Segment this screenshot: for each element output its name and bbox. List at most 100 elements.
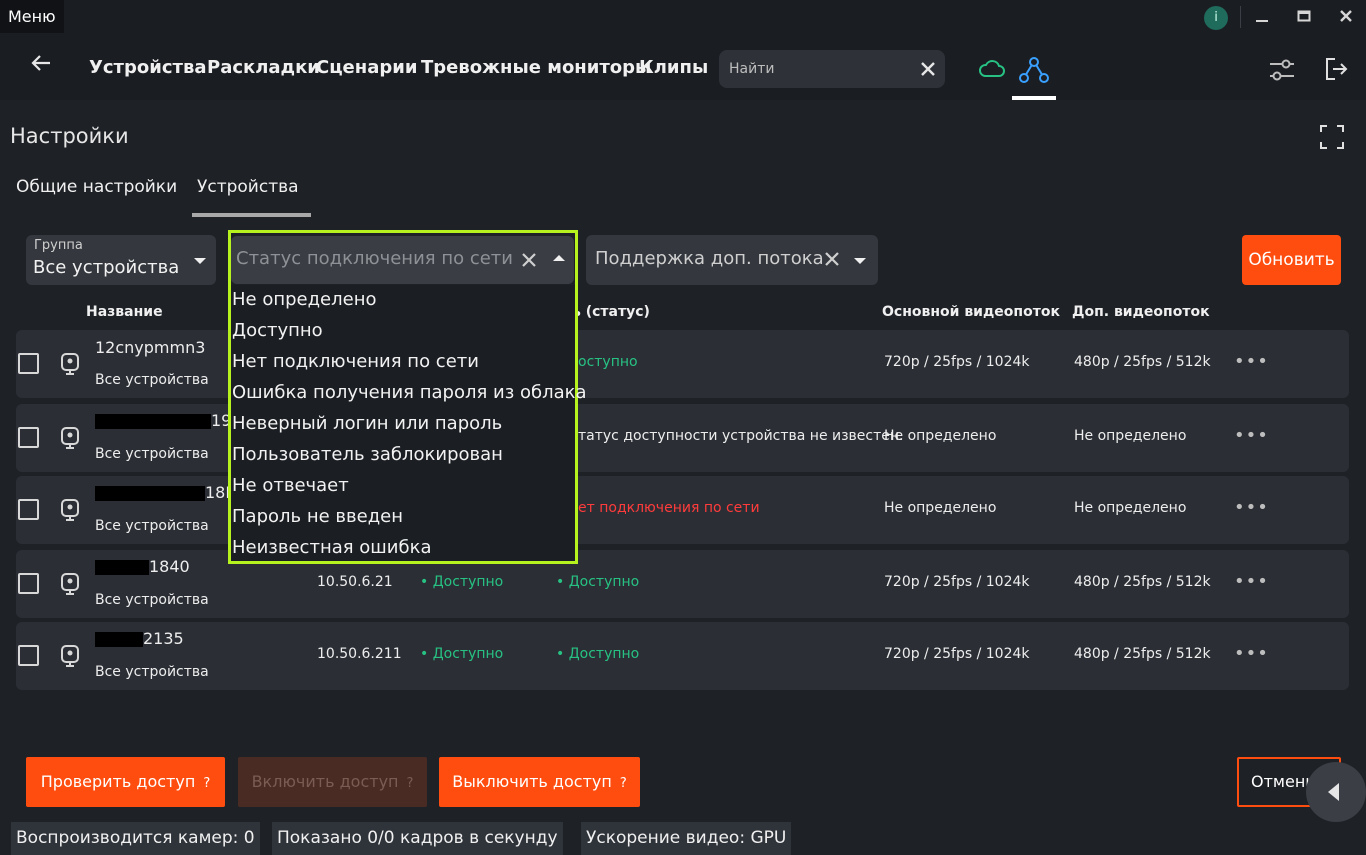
main-stream: Не определено bbox=[884, 428, 997, 444]
minimize-icon[interactable] bbox=[1250, 7, 1274, 29]
dropdown-option-no-password[interactable]: Пароль не введен bbox=[232, 506, 403, 527]
check-access-button[interactable]: Проверить доступ? bbox=[26, 757, 225, 807]
device-status: • Доступно bbox=[556, 646, 640, 662]
chevron-left-icon bbox=[1328, 783, 1339, 801]
main-stream: 720p / 25fps / 1024k bbox=[884, 646, 1030, 662]
status-fps: Показано 0/0 кадров в секунду bbox=[272, 822, 563, 855]
nav-item-alarm-monitors[interactable]: Тревожные мониторы bbox=[421, 57, 651, 78]
nav-item-clips[interactable]: Клипы bbox=[639, 57, 708, 78]
device-ip: 10.50.6.211 bbox=[317, 646, 402, 662]
extra-stream: 480p / 25fps / 512k bbox=[1074, 574, 1211, 590]
device-status: • Доступно bbox=[556, 574, 640, 590]
device-status: татус доступности устройства не известен… bbox=[578, 428, 904, 444]
dropdown-option-user-blocked[interactable]: Пользователь заблокирован bbox=[232, 444, 503, 465]
network-status: • Доступно bbox=[420, 646, 504, 662]
row-checkbox[interactable] bbox=[18, 499, 39, 520]
table-row[interactable]: 18B Все устройства ет подключения по сет… bbox=[16, 476, 1349, 544]
logout-icon[interactable] bbox=[1323, 55, 1349, 87]
help-icon: ? bbox=[406, 776, 414, 791]
extra-stream: 480p / 25fps / 512k bbox=[1074, 354, 1211, 370]
stream-support-select[interactable]: Поддержка доп. потока bbox=[586, 235, 878, 285]
dropdown-option-no-network[interactable]: Нет подключения по сети bbox=[232, 351, 479, 372]
device-name: 12cnypmmn3 bbox=[95, 338, 206, 357]
nav-item-devices[interactable]: Устройства bbox=[89, 57, 206, 78]
dropdown-option-available[interactable]: Доступно bbox=[232, 320, 323, 341]
chevron-up-icon bbox=[553, 255, 565, 261]
table-row[interactable]: 19 Все устройства татус доступности устр… bbox=[16, 404, 1349, 472]
tab-active-indicator bbox=[192, 213, 311, 217]
title-bar bbox=[0, 0, 1366, 34]
info-icon[interactable]: i bbox=[1204, 6, 1228, 30]
table-row[interactable]: 1840 Все устройства 10.50.6.21 • Доступн… bbox=[16, 550, 1349, 618]
device-name: 1840 bbox=[149, 557, 190, 576]
help-icon[interactable]: ? bbox=[203, 776, 210, 791]
stream-support-placeholder: Поддержка доп. потока bbox=[595, 248, 824, 269]
filter-settings-icon[interactable] bbox=[1268, 57, 1296, 87]
tab-general-settings[interactable]: Общие настройки bbox=[16, 177, 177, 197]
device-group: Все устройства bbox=[95, 518, 209, 534]
help-icon[interactable]: ? bbox=[620, 776, 627, 791]
clear-search-icon[interactable] bbox=[919, 56, 937, 83]
status-select-placeholder: Статус подключения по сети bbox=[236, 248, 513, 269]
more-options-icon[interactable]: ••• bbox=[1234, 643, 1269, 664]
row-checkbox[interactable] bbox=[18, 353, 39, 374]
refresh-button[interactable]: Обновить bbox=[1242, 235, 1341, 285]
table-row[interactable]: 2135 Все устройства 10.50.6.211 • Доступ… bbox=[16, 622, 1349, 690]
fullscreen-icon[interactable] bbox=[1320, 125, 1344, 149]
group-select-label: Группа bbox=[34, 238, 83, 253]
search-box[interactable] bbox=[719, 50, 945, 88]
extra-stream: Не определено bbox=[1074, 428, 1187, 444]
redacted-name bbox=[95, 414, 211, 429]
camera-icon bbox=[59, 644, 81, 668]
device-group: Все устройства bbox=[95, 446, 209, 462]
enable-access-label: Включить доступ bbox=[251, 772, 399, 791]
device-group: Все устройства bbox=[95, 372, 209, 388]
search-input[interactable] bbox=[729, 58, 909, 80]
row-checkbox[interactable] bbox=[18, 573, 39, 594]
nav-item-layouts[interactable]: Раскладки bbox=[207, 57, 320, 78]
dropdown-option-not-responding[interactable]: Не отвечает bbox=[232, 475, 349, 496]
status-video-acceleration: Ускорение видео: GPU bbox=[581, 822, 792, 855]
camera-icon bbox=[59, 352, 81, 376]
table-row[interactable]: 12cnypmmn3 Все устройства оступно 720p /… bbox=[16, 330, 1349, 398]
extra-stream: Не определено bbox=[1074, 500, 1187, 516]
side-panel-toggle[interactable] bbox=[1306, 762, 1366, 822]
row-checkbox[interactable] bbox=[18, 427, 39, 448]
row-checkbox[interactable] bbox=[18, 645, 39, 666]
group-select-value: Все устройства bbox=[33, 257, 180, 278]
chevron-down-icon bbox=[194, 258, 206, 264]
device-group: Все устройства bbox=[95, 592, 209, 608]
close-window-icon[interactable] bbox=[1334, 7, 1358, 29]
clear-status-filter-icon[interactable] bbox=[521, 252, 537, 272]
dropdown-option-undefined[interactable]: Не определено bbox=[232, 289, 377, 310]
more-options-icon[interactable]: ••• bbox=[1234, 351, 1269, 372]
dropdown-option-cloud-password-error[interactable]: Ошибка получения пароля из облака bbox=[232, 382, 587, 403]
nav-item-scenarios[interactable]: Сценарии bbox=[316, 57, 417, 78]
dropdown-option-wrong-login[interactable]: Неверный логин или пароль bbox=[232, 413, 502, 434]
dropdown-option-unknown-error[interactable]: Неизвестная ошибка bbox=[232, 537, 431, 558]
device-ip: 10.50.6.21 bbox=[317, 574, 393, 590]
group-select[interactable]: Группа Все устройства bbox=[26, 235, 216, 285]
network-topology-icon[interactable] bbox=[1018, 55, 1050, 89]
chevron-down-icon bbox=[854, 258, 866, 264]
camera-icon bbox=[59, 426, 81, 450]
menu-button[interactable]: Меню bbox=[0, 0, 64, 33]
nav-active-indicator bbox=[1012, 96, 1056, 100]
device-status: оступно bbox=[578, 354, 638, 370]
cloud-icon[interactable] bbox=[977, 56, 1007, 86]
check-access-label: Проверить доступ bbox=[40, 772, 196, 791]
tab-devices[interactable]: Устройства bbox=[197, 177, 299, 197]
redacted-name bbox=[95, 560, 149, 575]
more-options-icon[interactable]: ••• bbox=[1234, 425, 1269, 446]
disable-access-label: Выключить доступ bbox=[452, 772, 612, 791]
titlebar-divider bbox=[1240, 6, 1241, 28]
more-options-icon[interactable]: ••• bbox=[1234, 497, 1269, 518]
status-select[interactable]: Статус подключения по сети bbox=[231, 236, 574, 284]
back-arrow-icon[interactable] bbox=[28, 50, 54, 82]
camera-icon bbox=[59, 572, 81, 596]
more-options-icon[interactable]: ••• bbox=[1234, 571, 1269, 592]
disable-access-button[interactable]: Выключить доступ? bbox=[439, 757, 640, 807]
clear-stream-filter-icon[interactable] bbox=[824, 251, 840, 271]
maximize-icon[interactable] bbox=[1292, 7, 1316, 29]
main-stream: 720p / 25fps / 1024k bbox=[884, 574, 1030, 590]
